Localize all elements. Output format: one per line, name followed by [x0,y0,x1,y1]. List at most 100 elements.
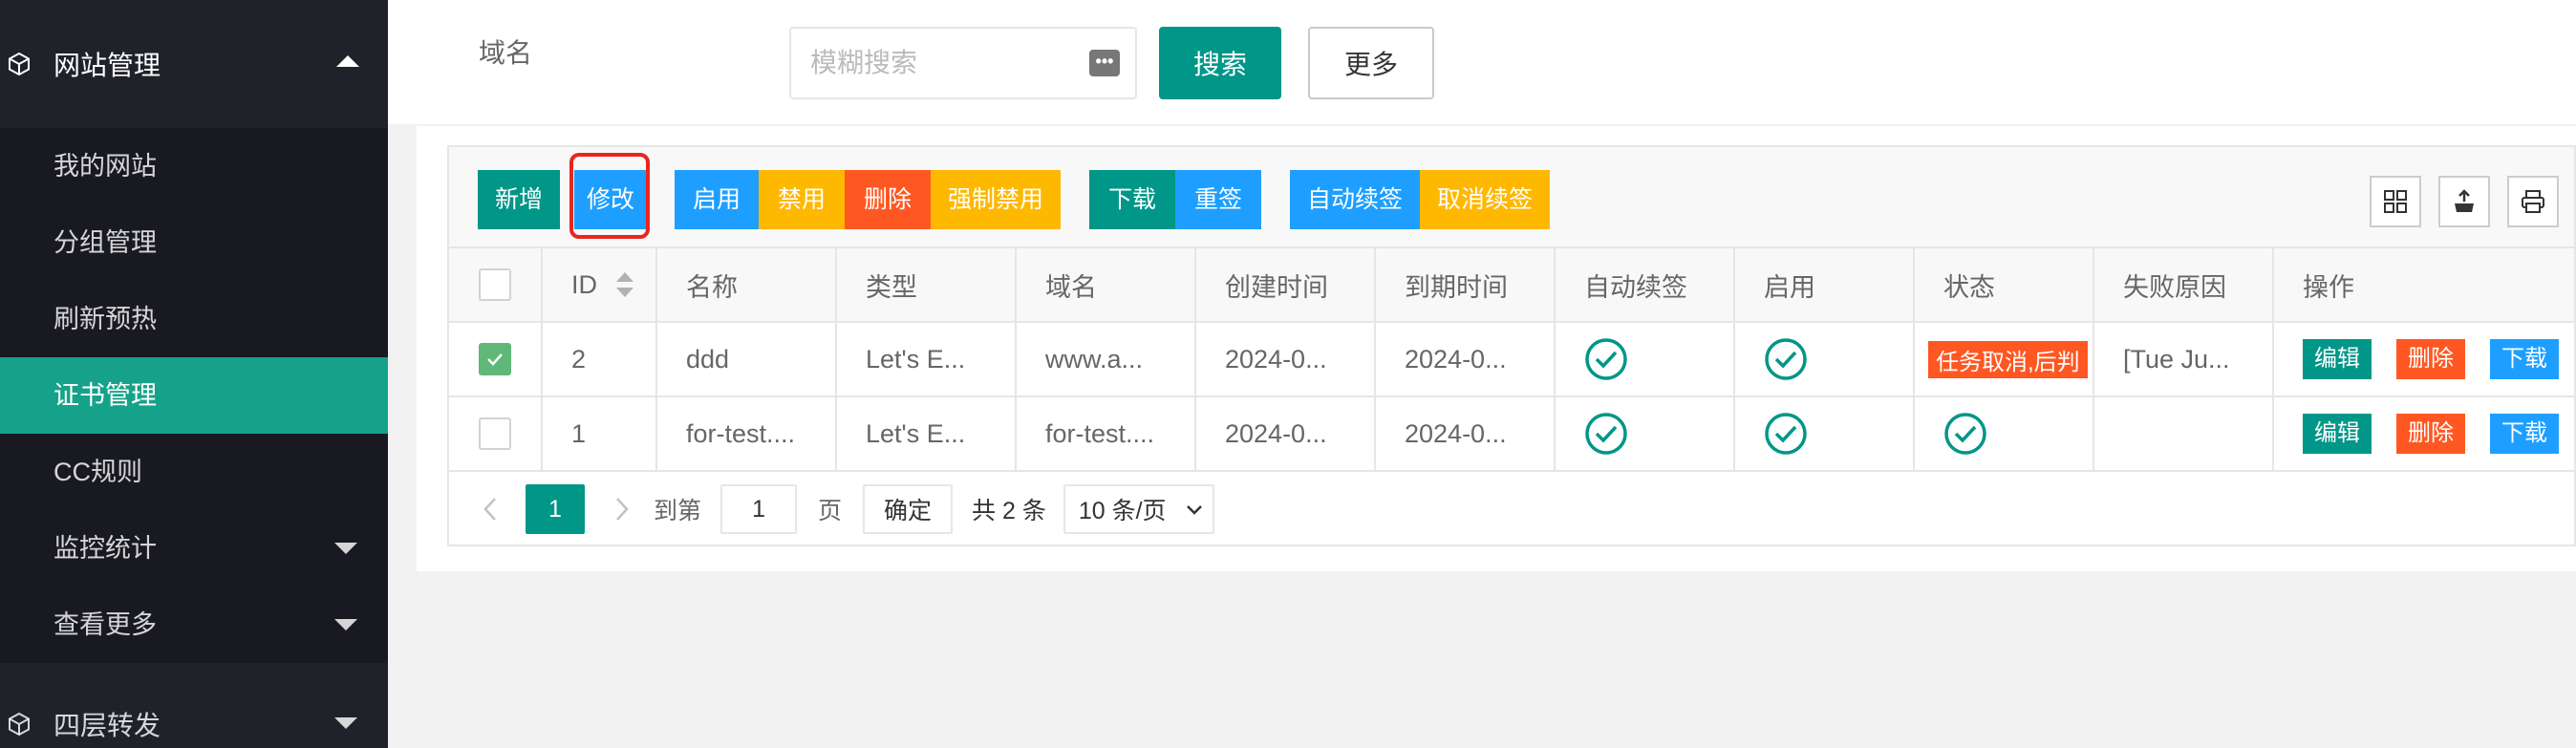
goto-page-input[interactable] [720,484,798,534]
sidebar-item-more[interactable]: 查看更多 [0,587,388,663]
status-badge: 任务取消,后判 [1928,340,2088,378]
row-edit-button[interactable]: 编辑 [2303,414,2372,454]
cell-fail-reason [2094,397,2274,470]
table-header: ID 名称 类型 域名 创建时间 到期时间 自动续签 启用 状态 失败原因 操作 [449,248,2574,323]
page-size-select[interactable]: 10 条/页 [1063,484,1214,534]
col-status: 状态 [1915,248,2094,321]
resign-button[interactable]: 重签 [1175,170,1261,229]
cell-created: 2024-0... [1196,323,1376,395]
cell-actions: 编辑 删除 下载 [2274,323,2576,395]
col-label: ID [571,269,597,299]
col-label: 域名 [1045,272,1097,302]
disable-button[interactable]: 禁用 [759,170,845,229]
row-checkbox[interactable] [479,417,511,450]
caret-down-icon [334,619,357,630]
cell-expires: 2024-0... [1376,323,1556,395]
sidebar-item-label: 监控统计 [54,534,157,563]
search-button[interactable]: 搜索 [1159,27,1281,99]
col-label: 自动续签 [1584,272,1687,302]
caret-down-icon [334,717,357,729]
goto-confirm-button[interactable]: 确定 [863,484,954,534]
cert-table: 新增 修改 启用 禁用 删除 强制禁用 下载 重签 自动续签 取消续签 ID 名… [447,145,2576,546]
sort-icon[interactable] [616,272,633,297]
main-content: 域名 ••• 搜索 更多 新增 修改 启用 禁用 删除 强制禁用 下载 重签 自… [388,0,2576,734]
table-card: 新增 修改 启用 禁用 删除 强制禁用 下载 重签 自动续签 取消续签 ID 名… [417,126,2576,571]
col-enabled: 启用 [1735,248,1915,321]
col-label: 到期时间 [1405,272,1508,302]
goto-label: 到第 [654,498,702,524]
cell-actions: 编辑 删除 下载 [2274,397,2576,470]
export-icon[interactable] [2438,176,2490,227]
sidebar-item-refresh[interactable]: 刷新预热 [0,281,388,357]
force-disable-button[interactable]: 强制禁用 [931,170,1061,229]
row-delete-button[interactable]: 删除 [2396,339,2465,379]
row-checkbox[interactable] [479,343,511,375]
more-button[interactable]: 更多 [1308,27,1434,99]
add-button[interactable]: 新增 [478,170,560,229]
col-name: 名称 [657,248,837,321]
cell-id: 1 [543,397,657,470]
sidebar-item-label: 我的网站 [54,152,157,181]
col-actions: 操作 [2274,248,2576,321]
sidebar-item-cc-rules[interactable]: CC规则 [0,434,388,510]
download-button[interactable]: 下载 [1089,170,1175,229]
check-circle-icon [1944,413,1986,455]
table-row: 1 for-test.... Let's E... for-test.... 2… [449,397,2574,472]
col-domain: 域名 [1017,248,1196,321]
sidebar-item-label: 刷新预热 [54,305,157,333]
columns-icon[interactable] [2370,176,2421,227]
sidebar-item-my-sites[interactable]: 我的网站 [0,128,388,204]
page-size-value: 10 条/页 [1078,498,1167,524]
check-icon [487,353,503,366]
cell-expires: 2024-0... [1376,397,1556,470]
sidebar-item-groups[interactable]: 分组管理 [0,204,388,281]
cell-enabled [1735,323,1915,395]
row-edit-button[interactable]: 编辑 [2303,339,2372,379]
row-download-button[interactable]: 下载 [2490,414,2559,454]
cell-type: Let's E... [837,323,1017,395]
page-label: 页 [818,498,843,524]
sidebar-item-label: 证书管理 [54,381,157,410]
print-icon[interactable] [2507,176,2559,227]
edit-button[interactable]: 修改 [574,170,647,229]
auto-renew-button[interactable]: 自动续签 [1290,170,1420,229]
select-all-checkbox[interactable] [479,268,511,301]
col-auto-renew: 自动续签 [1556,248,1735,321]
page-number[interactable]: 1 [526,484,585,534]
more-dots-icon[interactable]: ••• [1089,50,1120,76]
total-count: 共 2 条 [972,498,1046,524]
cell-name: for-test.... [657,397,837,470]
next-page-icon[interactable] [608,495,636,524]
cell-domain: www.a... [1017,323,1196,395]
row-select-cell [449,323,543,395]
enable-button[interactable]: 启用 [675,170,759,229]
cancel-renew-button[interactable]: 取消续签 [1420,170,1550,229]
search-input[interactable] [789,27,1137,99]
cell-id: 2 [543,323,657,395]
caret-up-icon [336,55,359,67]
cell-auto-renew [1556,323,1735,395]
col-label: 名称 [686,272,738,302]
sidebar-item-certs[interactable]: 证书管理 [0,357,388,434]
row-select-cell [449,397,543,470]
sidebar-item-monitor[interactable]: 监控统计 [0,510,388,587]
check-circle-icon [1585,338,1627,380]
search-bar: 域名 ••• 搜索 更多 [388,0,2576,124]
delete-button[interactable]: 删除 [845,170,931,229]
cell-auto-renew [1556,397,1735,470]
cell-status: 任务取消,后判 [1915,323,2094,395]
sidebar-group-label: 四层转发 [54,711,161,740]
row-download-button[interactable]: 下载 [2490,339,2559,379]
col-label: 操作 [2303,272,2354,302]
cell-domain: for-test.... [1017,397,1196,470]
cell-enabled [1735,397,1915,470]
prev-page-icon[interactable] [476,495,504,524]
col-id[interactable]: ID [543,248,657,321]
table-toolbar: 新增 修改 启用 禁用 删除 强制禁用 下载 重签 自动续签 取消续签 [449,147,2574,248]
cell-status [1915,397,2094,470]
row-delete-button[interactable]: 删除 [2396,414,2465,454]
sidebar-group-website[interactable]: 网站管理 [0,0,388,128]
col-label: 状态 [1943,272,1995,302]
col-type: 类型 [837,248,1017,321]
sidebar-group-l4[interactable]: 四层转发 [0,672,388,748]
